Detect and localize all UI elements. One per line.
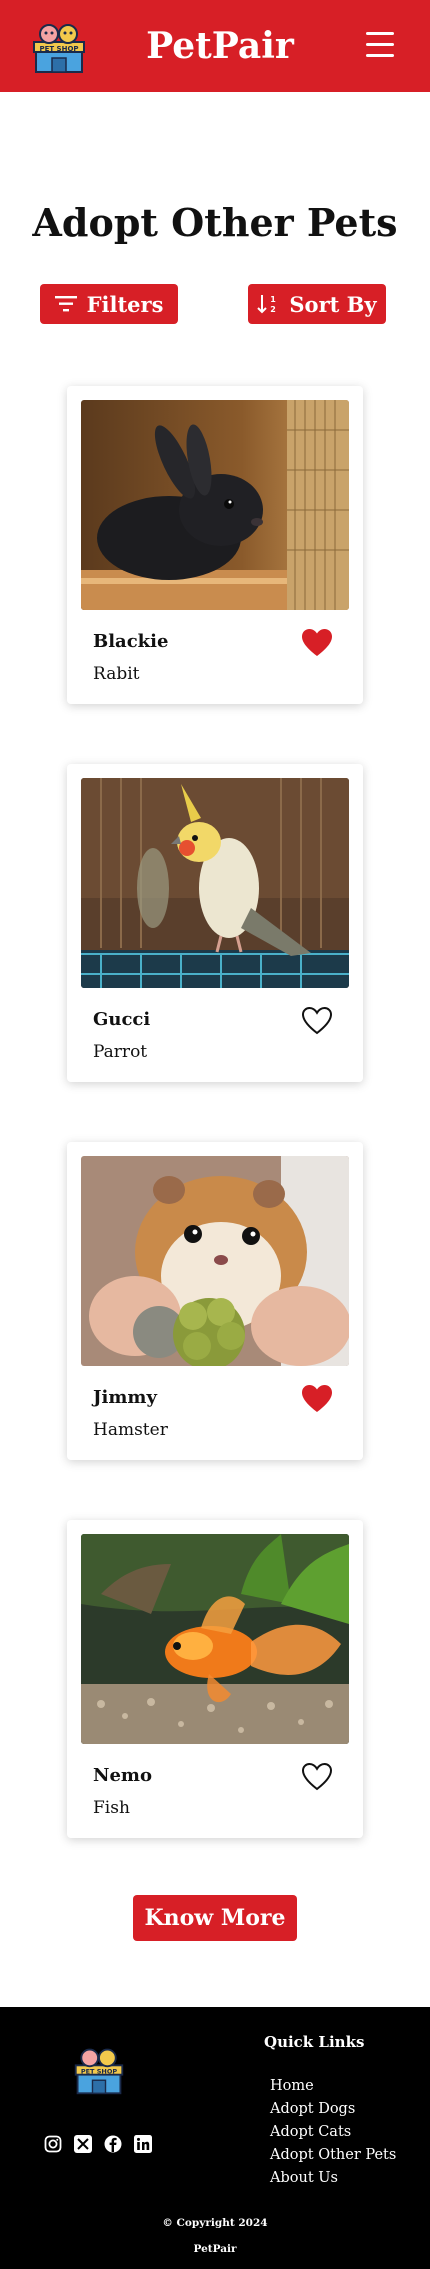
x-icon[interactable] <box>74 2135 92 2153</box>
pet-photo-fish[interactable] <box>81 1534 349 1744</box>
pet-name: Gucci <box>93 1009 151 1030</box>
know-more-button[interactable]: Know More <box>133 1895 297 1941</box>
pet-type: Rabit <box>93 664 140 684</box>
brand-name[interactable]: PetPair <box>140 22 300 70</box>
filter-icon <box>54 296 77 312</box>
pet-photo-parrot[interactable] <box>81 778 349 988</box>
hamburger-menu-icon[interactable] <box>366 32 394 57</box>
pet-shop-logo[interactable]: PET SHOP <box>30 20 88 74</box>
heart-outline-icon[interactable] <box>301 1006 333 1036</box>
page-title: Adopt Other Pets <box>32 200 398 246</box>
pet-card[interactable]: Nemo Fish <box>67 1520 363 1838</box>
pet-card[interactable]: Gucci Parrot <box>67 764 363 1082</box>
pet-name: Blackie <box>93 631 169 652</box>
sort-label: Sort By <box>289 291 377 317</box>
footer-logo-text: PET SHOP <box>81 2068 118 2076</box>
social-links <box>44 2135 152 2153</box>
pet-name: Jimmy <box>93 1387 157 1408</box>
heart-filled-icon[interactable] <box>301 1384 333 1414</box>
footer-link-adopt-other-pets[interactable]: Adopt Other Pets <box>270 2144 396 2167</box>
logo-text: PET SHOP <box>39 45 78 53</box>
footer-brand: PetPair <box>193 2243 237 2255</box>
footer-link-about-us[interactable]: About Us <box>270 2167 396 2190</box>
footer-logo[interactable]: PET SHOP <box>72 2043 126 2097</box>
pet-type: Fish <box>93 1798 130 1818</box>
pet-card[interactable]: Blackie Rabit <box>67 386 363 704</box>
site-footer: PET SHOP Quick Links Home Adopt Dogs Ado… <box>0 2007 430 2269</box>
copyright-text: © Copyright 2024 <box>162 2217 268 2229</box>
svg-text:2: 2 <box>271 305 277 314</box>
footer-link-adopt-cats[interactable]: Adopt Cats <box>270 2121 396 2144</box>
heart-outline-icon[interactable] <box>301 1762 333 1792</box>
filters-button[interactable]: Filters <box>40 284 178 324</box>
quick-links-list: Home Adopt Dogs Adopt Cats Adopt Other P… <box>270 2075 396 2190</box>
filters-label: Filters <box>86 291 164 317</box>
footer-link-adopt-dogs[interactable]: Adopt Dogs <box>270 2098 396 2121</box>
quick-links-title: Quick Links <box>264 2033 365 2051</box>
heart-filled-icon[interactable] <box>301 628 333 658</box>
pet-card[interactable]: Jimmy Hamster <box>67 1142 363 1460</box>
svg-text:1: 1 <box>271 295 277 304</box>
sort-by-button[interactable]: 1 2 Sort By <box>248 284 386 324</box>
instagram-icon[interactable] <box>44 2135 62 2153</box>
footer-link-home[interactable]: Home <box>270 2075 396 2098</box>
pet-type: Parrot <box>93 1042 148 1062</box>
facebook-icon[interactable] <box>104 2135 122 2153</box>
pet-name: Nemo <box>93 1765 152 1786</box>
linkedin-icon[interactable] <box>134 2135 152 2153</box>
sort-icon: 1 2 <box>257 295 277 314</box>
site-header: PET SHOP PetPair <box>0 0 430 92</box>
pet-photo-rabbit[interactable] <box>81 400 349 610</box>
pet-type: Hamster <box>93 1420 168 1440</box>
pet-photo-hamster[interactable] <box>81 1156 349 1366</box>
